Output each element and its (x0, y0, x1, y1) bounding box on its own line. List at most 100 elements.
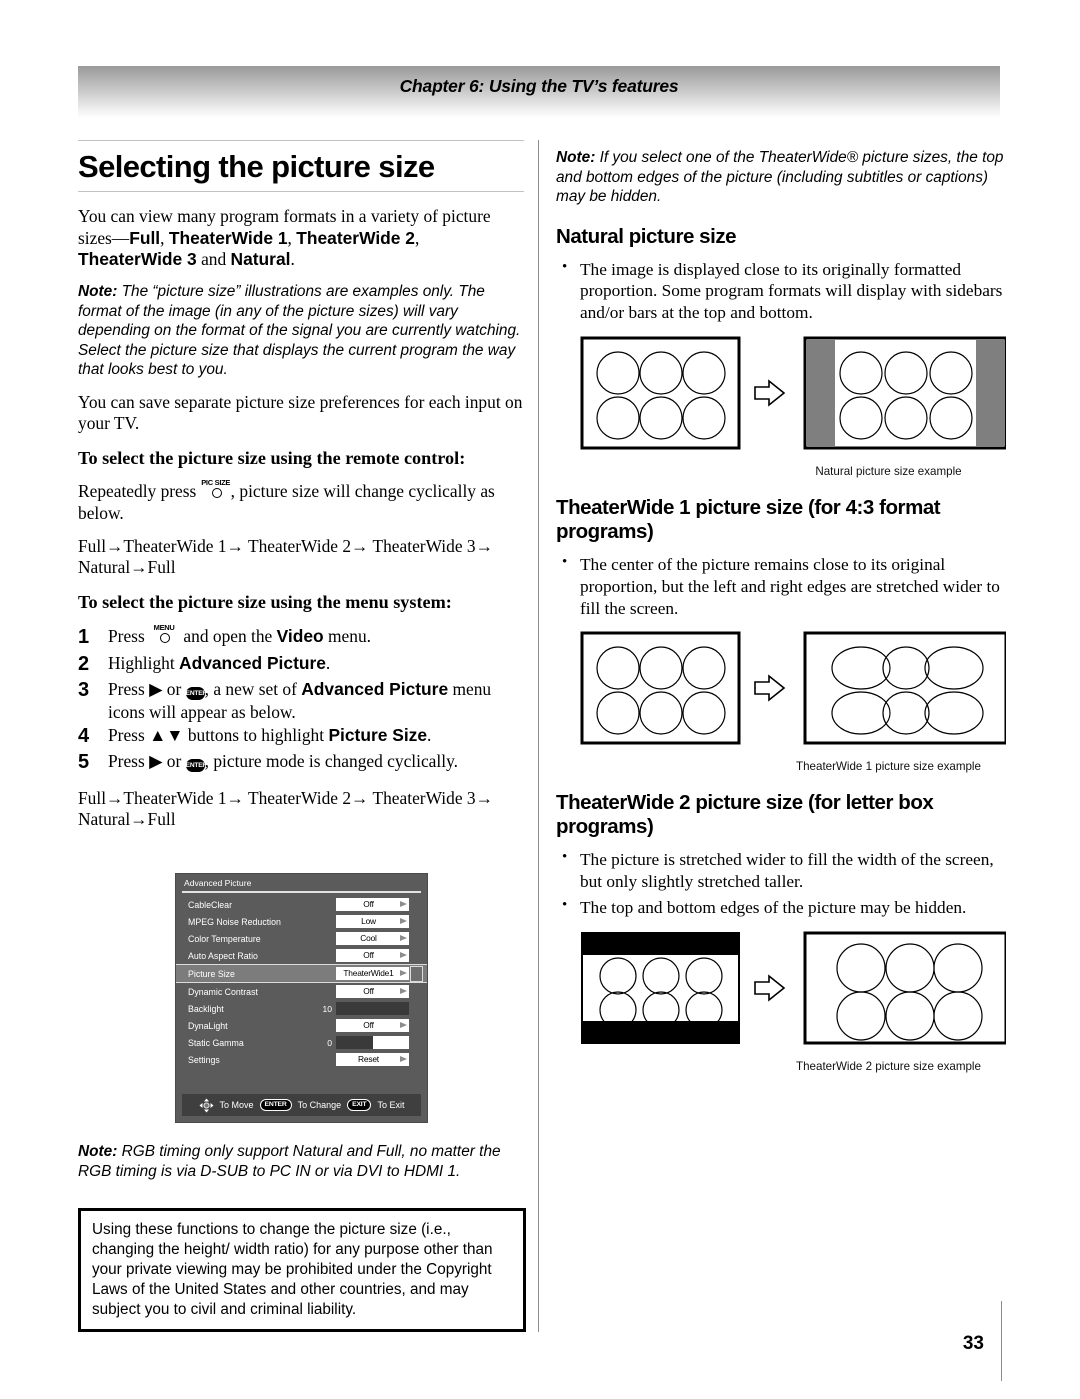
osd-row-control[interactable]: Off (336, 985, 409, 998)
osd-row-value: Low (361, 916, 376, 927)
step-1-bold: Video (276, 626, 324, 647)
chevron-right-icon[interactable] (400, 987, 407, 994)
rnote-body: If you select one of the TheaterWide® pi… (556, 149, 1004, 206)
osd-move-label: To Move (219, 1100, 254, 1110)
step-1-text: Press MENU and open the Video menu. (108, 623, 526, 647)
osd-row-value: Off (363, 950, 374, 961)
chevron-right-icon[interactable] (400, 969, 407, 976)
osd-menu-title: Advanced Picture (184, 878, 252, 888)
step-2-bold: Advanced Picture (179, 652, 326, 673)
osd-row-label: Picture Size (188, 968, 235, 979)
osd-row-picture-size[interactable]: Picture Size TheaterWide1 (176, 964, 427, 983)
intro-period: . (290, 248, 295, 269)
note-body: The “picture size” illustrations are exa… (78, 283, 521, 379)
osd-row-value: Off (363, 1020, 374, 1031)
save-preferences-paragraph: You can save separate picture size prefe… (78, 391, 523, 434)
step-2-number: 2 (78, 652, 90, 675)
osd-row-color-temperature[interactable]: Color Temperature Cool (176, 930, 427, 947)
menu-key-ring (160, 633, 171, 644)
term-tw1: TheaterWide 1 (168, 227, 288, 248)
osd-slider-static-gamma[interactable] (336, 1036, 409, 1049)
osd-row-dynalight[interactable]: DynaLight Off (176, 1017, 427, 1034)
pic-size-key-icon: PIC SIZE (201, 478, 231, 500)
list-item: The image is displayed close to its orig… (556, 258, 1006, 324)
osd-row-value: Cool (360, 933, 377, 944)
left-column: Selecting the picture size You can view … (78, 140, 526, 844)
subhead-menu-system: To select the picture size using the men… (78, 592, 452, 613)
chevron-right-icon[interactable] (400, 1021, 407, 1028)
list-item: The center of the picture remains close … (556, 553, 1006, 619)
osd-advanced-picture-menu[interactable]: Advanced Picture CableClear Off MPEG Noi… (175, 873, 428, 1123)
caption-natural: Natural picture size example (815, 465, 962, 479)
osd-row-control[interactable]: Low (336, 915, 409, 928)
osd-row-backlight[interactable]: Backlight 10 (176, 1000, 427, 1017)
osd-row-control[interactable]: Off (336, 949, 409, 962)
osd-row-value: 0 (327, 1037, 332, 1048)
step-1-number: 1 (78, 626, 90, 649)
osd-row-auto-aspect-ratio[interactable]: Auto Aspect Ratio Off (176, 947, 427, 964)
copyright-warning-box: Using these functions to change the pict… (78, 1208, 526, 1333)
step-3-text: Press ▶ or ENTER, a new set of Advanced … (108, 678, 526, 723)
chevron-right-icon[interactable] (400, 917, 407, 924)
list-item: The picture is stretched wider to fill t… (556, 848, 1006, 893)
step-4: 4 Press ▲▼ buttons to highlight Picture … (78, 724, 526, 750)
title-rule-top (78, 140, 524, 141)
chevron-right-icon[interactable] (400, 1055, 407, 1062)
osd-slider-backlight[interactable] (336, 1002, 409, 1015)
note2-body: RGB timing only support Natural and Full… (78, 1143, 501, 1180)
term-tw3: TheaterWide 3 (78, 248, 197, 269)
osd-row-cableclear[interactable]: CableClear Off (176, 896, 427, 913)
step-5-pre: Press ▶ or (108, 751, 186, 772)
osd-row-dynamic-contrast[interactable]: Dynamic Contrast Off (176, 983, 427, 1000)
step-2-text: Highlight Advanced Picture. (108, 652, 526, 674)
menu-key-label: MENU (153, 623, 175, 633)
osd-row-label: Auto Aspect Ratio (188, 950, 258, 961)
chevron-right-icon[interactable] (400, 900, 407, 907)
osd-row-mpeg-noise-reduction[interactable]: MPEG Noise Reduction Low (176, 913, 427, 930)
osd-row-value: 10 (322, 1003, 332, 1014)
osd-row-control[interactable]: Off (336, 1019, 409, 1032)
step-2-pre: Highlight (108, 652, 180, 673)
osd-row-control[interactable]: Cool (336, 932, 409, 945)
osd-row-label: MPEG Noise Reduction (188, 916, 281, 927)
note-theaterwide: Note: If you select one of the TheaterWi… (556, 148, 1006, 207)
step-1-post: menu. (323, 626, 372, 647)
osd-row-label: Dynamic Contrast (188, 986, 258, 997)
osd-row-value: TheaterWide1 (343, 968, 394, 979)
chapter-title: Chapter 6: Using the TV’s features (399, 76, 679, 96)
term-natural: Natural (230, 248, 291, 269)
osd-row-label: Backlight (188, 1003, 224, 1014)
osd-selection-indicator (410, 966, 423, 982)
heading-theaterwide-2: TheaterWide 2 picture size (for letter b… (556, 791, 934, 839)
osd-row-value: Off (363, 899, 374, 910)
enter-button-icon-2: ENTER (185, 759, 207, 773)
sep2: , (287, 227, 297, 248)
step-3-mid: , a new set of (204, 679, 302, 700)
figure-natural: Natural picture size example (556, 336, 1008, 479)
page-title: Selecting the picture size (78, 149, 435, 184)
heading-natural-picture-size: Natural picture size (556, 224, 737, 248)
chevron-right-icon[interactable] (400, 951, 407, 958)
osd-row-label: CableClear (188, 899, 233, 910)
chevron-right-icon[interactable] (400, 934, 407, 941)
osd-row-settings[interactable]: Settings Reset (176, 1051, 427, 1068)
osd-row-label: DynaLight (188, 1020, 228, 1031)
step-2-post: . (325, 652, 331, 673)
steps-list: 1 Press MENU and open the Video menu. 2 … (78, 623, 526, 776)
title-rule-bottom (78, 191, 524, 193)
osd-row-static-gamma[interactable]: Static Gamma 0 (176, 1034, 427, 1051)
cycle2-line-2: Natural→Full (78, 809, 176, 830)
osd-row-value: Off (363, 986, 374, 997)
and-word: and (196, 248, 231, 269)
term-tw2: TheaterWide 2 (296, 227, 415, 248)
osd-row-control[interactable]: Off (336, 898, 409, 911)
osd-row-control[interactable]: Reset (336, 1053, 409, 1066)
osd-row-label: Static Gamma (188, 1037, 244, 1048)
osd-slider-fill (336, 1002, 409, 1015)
pic-size-key-ring (211, 488, 222, 499)
osd-row-label: Settings (188, 1054, 220, 1065)
step-4-number: 4 (78, 724, 90, 747)
sep1: , (160, 227, 169, 248)
step-4-post: . (427, 724, 432, 745)
osd-row-control[interactable]: TheaterWide1 (336, 967, 409, 980)
